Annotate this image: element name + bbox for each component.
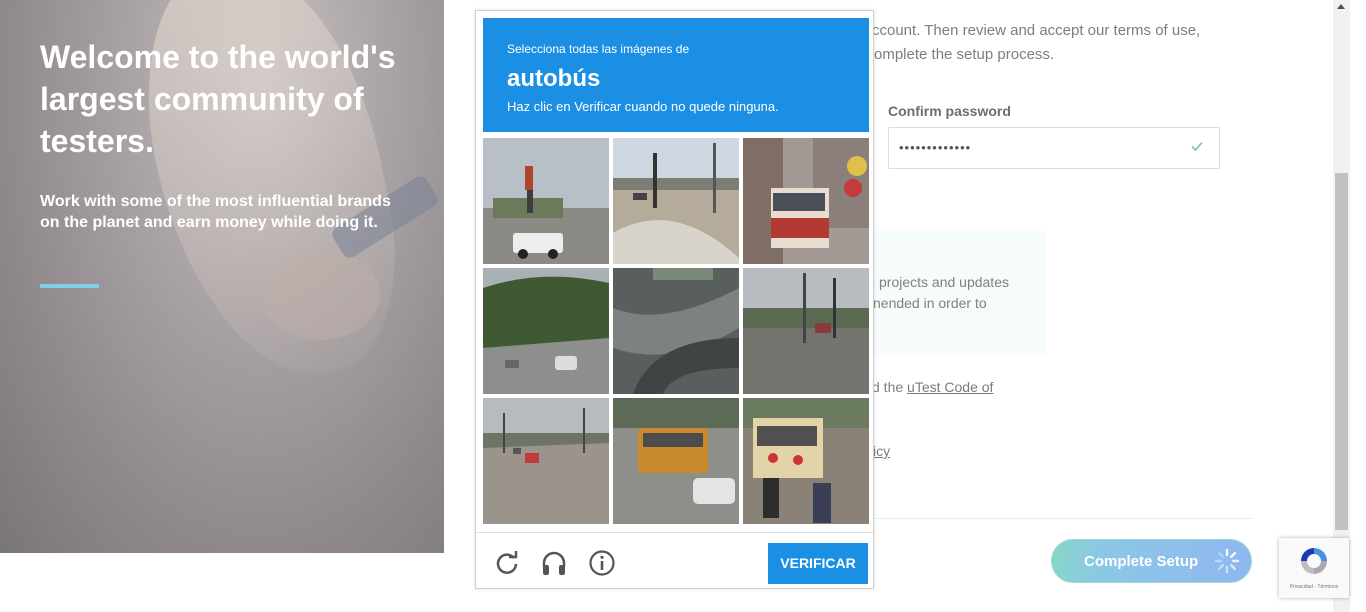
recaptcha-logo-icon	[1301, 548, 1327, 574]
verify-button[interactable]: VERIFICAR	[768, 543, 868, 584]
captcha-tile-6[interactable]	[743, 268, 869, 394]
captcha-tile-5[interactable]	[613, 268, 739, 394]
captcha-tile-1[interactable]	[483, 138, 609, 264]
info-text-line2: nended in order to	[873, 295, 987, 311]
scroll-up-arrow-icon[interactable]	[1337, 4, 1345, 9]
loading-spinner-icon	[1214, 548, 1240, 574]
audio-headphones-icon[interactable]	[540, 549, 568, 577]
captcha-tile-9[interactable]	[743, 398, 869, 524]
confirm-password-field[interactable]: •••••••••••••	[888, 127, 1220, 169]
hero-subtitle: Work with some of the most influential b…	[40, 193, 391, 231]
intro-text-line1: ccount. Then review and accept our terms…	[872, 22, 1201, 39]
confirm-password-label: Confirm password	[888, 103, 1011, 119]
captcha-image-grid	[483, 138, 869, 524]
scrollbar-thumb[interactable]	[1335, 173, 1348, 530]
captcha-target-word: autobús	[507, 65, 601, 92]
hero-photo-hand	[260, 250, 380, 340]
captcha-tile-3[interactable]	[743, 138, 869, 264]
code-of-conduct-text: d the uTest Code of	[872, 379, 993, 395]
info-text-line1: projects and updates	[879, 274, 1009, 290]
info-icon[interactable]	[588, 549, 616, 577]
code-of-conduct-link[interactable]: uTest Code of	[907, 379, 993, 395]
captcha-tile-7[interactable]	[483, 398, 609, 524]
complete-setup-button[interactable]: Complete Setup	[1051, 539, 1252, 583]
recaptcha-badge[interactable]: Privacidad - Términos	[1279, 538, 1349, 598]
recaptcha-privacy-terms[interactable]: Privacidad - Términos	[1279, 584, 1349, 590]
captcha-tile-4[interactable]	[483, 268, 609, 394]
checkmark-icon	[1191, 141, 1203, 152]
hero-title: Welcome to the world's largest community…	[40, 39, 396, 159]
reload-icon[interactable]	[493, 549, 521, 577]
confirm-password-value: •••••••••••••	[899, 140, 972, 155]
hero-accent-rule	[40, 284, 99, 288]
privacy-policy-link[interactable]: icy	[873, 443, 890, 459]
captcha-tile-2[interactable]	[613, 138, 739, 264]
notification-info-box	[855, 231, 1046, 355]
captcha-challenge-dialog: Selecciona todas las imágenes de autobús…	[475, 10, 874, 589]
captcha-hint: Haz clic en Verificar cuando no quede ni…	[507, 99, 779, 114]
complete-setup-label: Complete Setup	[1084, 553, 1199, 570]
form-divider	[874, 518, 1254, 519]
captcha-header: Selecciona todas las imágenes de autobús…	[483, 18, 869, 132]
intro-text-line2: omplete the setup process.	[874, 46, 1055, 63]
captcha-footer: VERIFICAR	[476, 532, 873, 589]
captcha-instruction: Selecciona todas las imágenes de	[507, 42, 690, 56]
code-prefix: d the	[872, 379, 908, 395]
captcha-tile-8[interactable]	[613, 398, 739, 524]
hero-panel: Welcome to the world's largest community…	[0, 0, 444, 553]
